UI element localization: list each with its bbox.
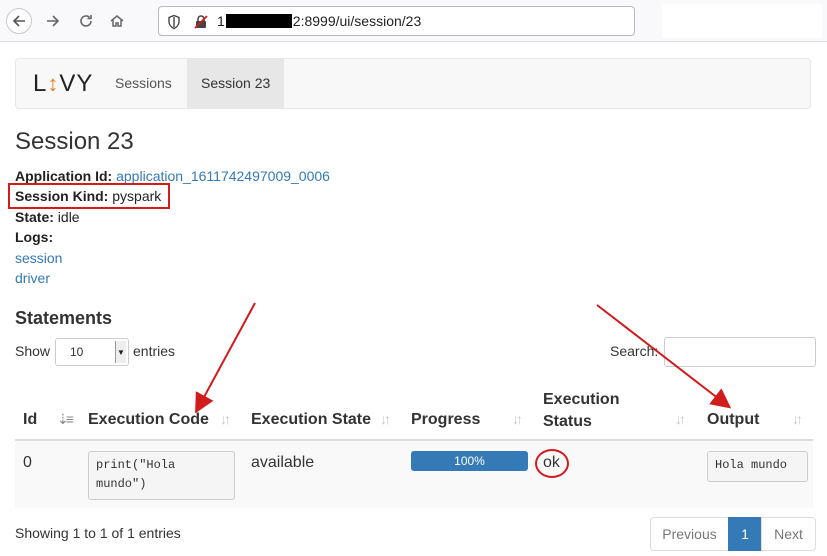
sort-icon[interactable]: ↓↑ [792,411,803,427]
search-input[interactable] [664,337,816,367]
page-title: Session 23 [15,128,134,155]
shield-icon [168,14,180,30]
session-kind-highlight-box [8,183,170,209]
column-header-execution-state[interactable]: Execution State [251,411,371,429]
url-text: 1 2:8999/ui/session/23 [217,13,422,29]
page-length-select[interactable]: 10 ▼ [55,338,129,366]
table-info: Showing 1 to 1 of 1 entries [15,525,181,541]
session-log-link[interactable]: session [15,250,62,266]
application-id-link[interactable]: application_1611742497009_0006 [116,168,330,184]
reload-icon [80,15,92,27]
redaction-bar [225,14,292,28]
progress-bar-fill: 100% [411,451,528,471]
address-bar[interactable]: 1 2:8999/ui/session/23 [158,6,635,36]
browser-toolbar: 1 2:8999/ui/session/23 [0,0,827,42]
annotation-arrow-code [195,302,256,414]
sort-asc-icon[interactable]: ⇣≡ [57,411,74,428]
insecure-lock-icon [194,15,208,29]
toolbar-blank-area [662,4,822,38]
column-header-execution-code[interactable]: Execution Code [88,411,209,429]
sort-icon[interactable]: ↓↑ [380,411,391,427]
arrow-left-icon [12,15,25,27]
livy-logo[interactable]: L↕VY [33,70,93,98]
column-header-progress[interactable]: Progress [411,411,480,429]
pagination-page-1[interactable]: 1 [728,517,762,551]
pagination-previous[interactable]: Previous [650,517,729,551]
chevron-down-icon: ▼ [115,341,126,363]
sort-icon[interactable]: ↓↑ [220,411,231,427]
page-length-value: 10 [70,345,84,359]
column-header-output[interactable]: Output [707,411,759,429]
column-header-id[interactable]: Id [23,411,37,429]
length-entries-label: entries [133,343,176,359]
application-id-line: Application Id: application_161174249700… [15,168,330,184]
pagination-next[interactable]: Next [761,517,816,551]
logs-label: Logs: [15,229,54,245]
length-show-label: Show [15,343,51,359]
state-line: State: idle [15,209,80,225]
reload-button[interactable] [73,8,99,34]
forward-button[interactable] [40,8,66,34]
search-label: Search: [610,343,659,359]
driver-log-link[interactable]: driver [15,270,50,286]
cell-id: 0 [23,454,32,471]
back-button[interactable] [6,8,32,34]
app-navbar: L↕VY Sessions Session 23 [15,58,811,109]
home-button[interactable] [104,8,130,34]
statements-title: Statements [15,308,113,328]
cell-execution-state: available [251,454,315,471]
sort-icon[interactable]: ↓↑ [512,411,523,427]
nav-sessions-link[interactable]: Sessions [101,59,186,108]
column-header-execution-status[interactable]: Execution Status [543,389,619,433]
nav-session-23-link[interactable]: Session 23 [187,59,285,108]
progress-bar: 100% [411,451,528,471]
status-highlight-circle [535,449,569,478]
home-icon [110,15,124,27]
execution-code-block: print("Hola mundo") [88,451,235,500]
sort-icon[interactable]: ↓↑ [675,411,686,427]
output-block: Hola mundo [707,451,808,482]
arrow-right-icon [47,15,60,27]
